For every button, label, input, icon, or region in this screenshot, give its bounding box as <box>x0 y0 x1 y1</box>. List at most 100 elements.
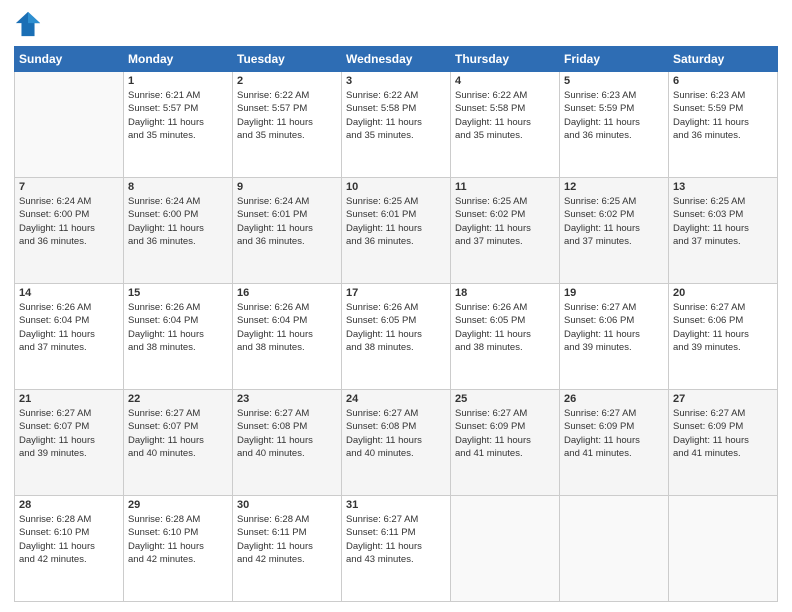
calendar-header-tuesday: Tuesday <box>233 47 342 72</box>
day-number: 30 <box>237 499 337 511</box>
day-number: 9 <box>237 181 337 193</box>
day-number: 18 <box>455 287 555 299</box>
calendar-cell <box>669 496 778 602</box>
calendar-cell: 7 Sunrise: 6:24 AM Sunset: 6:00 PM Daylig… <box>15 178 124 284</box>
calendar-cell: 24 Sunrise: 6:27 AM Sunset: 6:08 PM Dayli… <box>342 390 451 496</box>
day-number: 1 <box>128 75 228 87</box>
day-info: Sunrise: 6:27 AM Sunset: 6:11 PM Dayligh… <box>346 513 446 566</box>
calendar-cell: 31Sunrise: 6:27 AM Sunset: 6:11 PM Dayli… <box>342 496 451 602</box>
day-info: Sunrise: 6:26 AM Sunset: 6:05 PM Dayligh… <box>346 301 446 354</box>
calendar-cell <box>451 496 560 602</box>
day-info: Sunrise: 6:27 AM Sunset: 6:06 PM Dayligh… <box>673 301 773 354</box>
calendar-cell: 10 Sunrise: 6:25 AM Sunset: 6:01 PM Dayli… <box>342 178 451 284</box>
day-number: 19 <box>564 287 664 299</box>
day-info: Sunrise: 6:27 AM Sunset: 6:09 PM Dayligh… <box>564 407 664 460</box>
calendar-cell: 27 Sunrise: 6:27 AM Sunset: 6:09 PM Dayli… <box>669 390 778 496</box>
calendar-cell: 11 Sunrise: 6:25 AM Sunset: 6:02 PM Dayli… <box>451 178 560 284</box>
calendar-cell: 4 Sunrise: 6:22 AM Sunset: 5:58 PM Daylig… <box>451 72 560 178</box>
calendar-cell: 30 Sunrise: 6:28 AM Sunset: 6:11 PM Dayli… <box>233 496 342 602</box>
calendar-cell: 12 Sunrise: 6:25 AM Sunset: 6:02 PM Dayli… <box>560 178 669 284</box>
day-number: 14 <box>19 287 119 299</box>
calendar-cell: 9Sunrise: 6:24 AM Sunset: 6:01 PM Daylig… <box>233 178 342 284</box>
day-number: 25 <box>455 393 555 405</box>
day-info: Sunrise: 6:23 AM Sunset: 5:59 PM Dayligh… <box>673 89 773 142</box>
day-info: Sunrise: 6:28 AM Sunset: 6:10 PM Dayligh… <box>19 513 119 566</box>
day-number: 13 <box>673 181 773 193</box>
day-info: Sunrise: 6:25 AM Sunset: 6:03 PM Dayligh… <box>673 195 773 248</box>
calendar-header-thursday: Thursday <box>451 47 560 72</box>
calendar-cell: 2 Sunrise: 6:22 AM Sunset: 5:57 PM Daylig… <box>233 72 342 178</box>
day-number: 4 <box>455 75 555 87</box>
calendar-cell: 23 Sunrise: 6:27 AM Sunset: 6:08 PM Dayli… <box>233 390 342 496</box>
calendar-cell: 20Sunrise: 6:27 AM Sunset: 6:06 PM Dayli… <box>669 284 778 390</box>
day-info: Sunrise: 6:25 AM Sunset: 6:02 PM Dayligh… <box>455 195 555 248</box>
calendar-header-monday: Monday <box>124 47 233 72</box>
day-number: 29 <box>128 499 228 511</box>
header <box>14 10 778 38</box>
calendar-cell: 19Sunrise: 6:27 AM Sunset: 6:06 PM Dayli… <box>560 284 669 390</box>
calendar-cell: 14 Sunrise: 6:26 AM Sunset: 6:04 PM Dayli… <box>15 284 124 390</box>
day-number: 23 <box>237 393 337 405</box>
day-info: Sunrise: 6:27 AM Sunset: 6:07 PM Dayligh… <box>19 407 119 460</box>
calendar-cell: 18Sunrise: 6:26 AM Sunset: 6:05 PM Dayli… <box>451 284 560 390</box>
logo-icon <box>14 10 42 38</box>
calendar-header-wednesday: Wednesday <box>342 47 451 72</box>
calendar-cell: 21 Sunrise: 6:27 AM Sunset: 6:07 PM Dayli… <box>15 390 124 496</box>
day-number: 7 <box>19 181 119 193</box>
calendar-cell: 3Sunrise: 6:22 AM Sunset: 5:58 PM Daylig… <box>342 72 451 178</box>
calendar-cell <box>560 496 669 602</box>
day-number: 2 <box>237 75 337 87</box>
day-info: Sunrise: 6:28 AM Sunset: 6:11 PM Dayligh… <box>237 513 337 566</box>
day-info: Sunrise: 6:26 AM Sunset: 6:04 PM Dayligh… <box>128 301 228 354</box>
day-info: Sunrise: 6:23 AM Sunset: 5:59 PM Dayligh… <box>564 89 664 142</box>
day-number: 28 <box>19 499 119 511</box>
day-info: Sunrise: 6:24 AM Sunset: 6:00 PM Dayligh… <box>128 195 228 248</box>
day-info: Sunrise: 6:24 AM Sunset: 6:00 PM Dayligh… <box>19 195 119 248</box>
day-number: 12 <box>564 181 664 193</box>
calendar-cell: 29 Sunrise: 6:28 AM Sunset: 6:10 PM Dayli… <box>124 496 233 602</box>
day-number: 21 <box>19 393 119 405</box>
day-number: 22 <box>128 393 228 405</box>
day-number: 27 <box>673 393 773 405</box>
day-info: Sunrise: 6:22 AM Sunset: 5:57 PM Dayligh… <box>237 89 337 142</box>
calendar-cell: 22 Sunrise: 6:27 AM Sunset: 6:07 PM Dayli… <box>124 390 233 496</box>
day-info: Sunrise: 6:26 AM Sunset: 6:04 PM Dayligh… <box>19 301 119 354</box>
calendar-cell: 28 Sunrise: 6:28 AM Sunset: 6:10 PM Dayli… <box>15 496 124 602</box>
calendar-cell: 1 Sunrise: 6:21 AM Sunset: 5:57 PM Daylig… <box>124 72 233 178</box>
calendar-cell <box>15 72 124 178</box>
day-info: Sunrise: 6:25 AM Sunset: 6:02 PM Dayligh… <box>564 195 664 248</box>
day-info: Sunrise: 6:27 AM Sunset: 6:08 PM Dayligh… <box>237 407 337 460</box>
day-number: 24 <box>346 393 446 405</box>
day-info: Sunrise: 6:27 AM Sunset: 6:07 PM Dayligh… <box>128 407 228 460</box>
calendar-header-sunday: Sunday <box>15 47 124 72</box>
calendar-week-row: 7 Sunrise: 6:24 AM Sunset: 6:00 PM Daylig… <box>15 178 778 284</box>
day-number: 6 <box>673 75 773 87</box>
day-info: Sunrise: 6:22 AM Sunset: 5:58 PM Dayligh… <box>455 89 555 142</box>
calendar-week-row: 28 Sunrise: 6:28 AM Sunset: 6:10 PM Dayli… <box>15 496 778 602</box>
calendar-header-saturday: Saturday <box>669 47 778 72</box>
day-info: Sunrise: 6:26 AM Sunset: 6:04 PM Dayligh… <box>237 301 337 354</box>
day-number: 11 <box>455 181 555 193</box>
calendar-cell: 25Sunrise: 6:27 AM Sunset: 6:09 PM Dayli… <box>451 390 560 496</box>
calendar-cell: 6 Sunrise: 6:23 AM Sunset: 5:59 PM Daylig… <box>669 72 778 178</box>
day-info: Sunrise: 6:25 AM Sunset: 6:01 PM Dayligh… <box>346 195 446 248</box>
calendar-cell: 26 Sunrise: 6:27 AM Sunset: 6:09 PM Dayli… <box>560 390 669 496</box>
day-number: 26 <box>564 393 664 405</box>
calendar-header-friday: Friday <box>560 47 669 72</box>
calendar-cell: 17Sunrise: 6:26 AM Sunset: 6:05 PM Dayli… <box>342 284 451 390</box>
day-number: 5 <box>564 75 664 87</box>
page: SundayMondayTuesdayWednesdayThursdayFrid… <box>0 0 792 612</box>
day-info: Sunrise: 6:27 AM Sunset: 6:09 PM Dayligh… <box>673 407 773 460</box>
calendar-week-row: 14 Sunrise: 6:26 AM Sunset: 6:04 PM Dayli… <box>15 284 778 390</box>
day-number: 15 <box>128 287 228 299</box>
calendar-header-row: SundayMondayTuesdayWednesdayThursdayFrid… <box>15 47 778 72</box>
day-info: Sunrise: 6:22 AM Sunset: 5:58 PM Dayligh… <box>346 89 446 142</box>
calendar-week-row: 21 Sunrise: 6:27 AM Sunset: 6:07 PM Dayli… <box>15 390 778 496</box>
calendar-table: SundayMondayTuesdayWednesdayThursdayFrid… <box>14 46 778 602</box>
day-info: Sunrise: 6:28 AM Sunset: 6:10 PM Dayligh… <box>128 513 228 566</box>
day-info: Sunrise: 6:21 AM Sunset: 5:57 PM Dayligh… <box>128 89 228 142</box>
day-info: Sunrise: 6:27 AM Sunset: 6:08 PM Dayligh… <box>346 407 446 460</box>
day-number: 16 <box>237 287 337 299</box>
day-number: 10 <box>346 181 446 193</box>
calendar-cell: 16 Sunrise: 6:26 AM Sunset: 6:04 PM Dayli… <box>233 284 342 390</box>
